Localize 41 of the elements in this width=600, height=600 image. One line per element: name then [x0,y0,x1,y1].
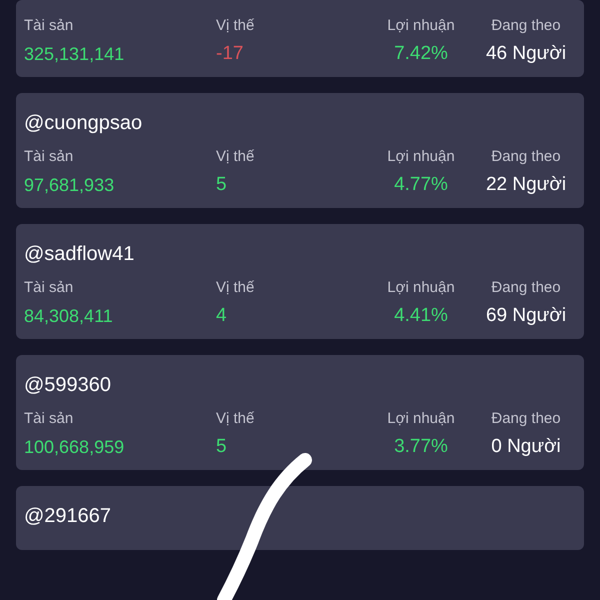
position-value: 5 [216,174,227,195]
stat-label: Đang theo [491,17,561,34]
position-value: 5 [216,436,227,457]
stat-label: Lợi nhuận [387,148,455,165]
username: @cuongpsao [24,111,144,135]
username: @291667 [24,504,112,528]
trader-card[interactable]: Tài sản Vị thế Lợi nhuận Đang theo 325,131,141 -17 7.42% 46 Người [16,0,584,77]
position-value: -17 [216,43,244,64]
stat-label: Đang theo [491,148,561,165]
following-value: 69 Người [486,305,566,326]
profit-value: 4.41% [394,305,448,326]
assets-value: 97,681,933 [24,175,114,195]
trader-card[interactable]: @599360 Tài sản Vị thế Lợi nhuận Đang theo 100,668,959 5 3.77% 0 Người [16,355,584,470]
assets-value: 84,308,411 [24,306,113,326]
stat-label: Đang theo [491,410,561,427]
stat-label: Lợi nhuận [387,17,455,34]
profit-value: 7.42% [394,43,448,64]
stat-label: Đang theo [491,279,561,296]
stat-label: Vị thế [216,410,254,427]
stat-label: Tài sản [24,410,74,427]
trader-card[interactable]: @291667 [16,486,584,550]
trader-card[interactable]: @sadflow41 Tài sản Vị thế Lợi nhuận Đang theo 84,308,411 4 4.41% 69 Người [16,224,584,339]
following-value: 46 Người [486,43,566,64]
username: @599360 [24,373,112,397]
following-value: 0 Người [491,436,561,457]
profit-value: 4.77% [394,174,448,195]
stat-label: Tài sản [24,148,74,165]
assets-value: 100,668,959 [24,437,124,457]
stat-label: Lợi nhuận [387,279,455,296]
username: @sadflow41 [24,242,136,266]
stat-label: Vị thế [216,17,254,34]
following-value: 22 Người [486,174,566,195]
stat-label: Tài sản [24,279,74,296]
assets-value: 325,131,141 [24,44,124,64]
stat-label: Vị thế [216,148,254,165]
stat-label: Lợi nhuận [387,410,455,427]
trader-card[interactable]: @cuongpsao Tài sản Vị thế Lợi nhuận Đang theo 97,681,933 5 4.77% 22 Người [16,93,584,208]
stat-label: Vị thế [216,279,254,296]
profit-value: 3.77% [394,436,448,457]
stat-label: Tài sản [24,17,74,34]
position-value: 4 [216,305,227,326]
